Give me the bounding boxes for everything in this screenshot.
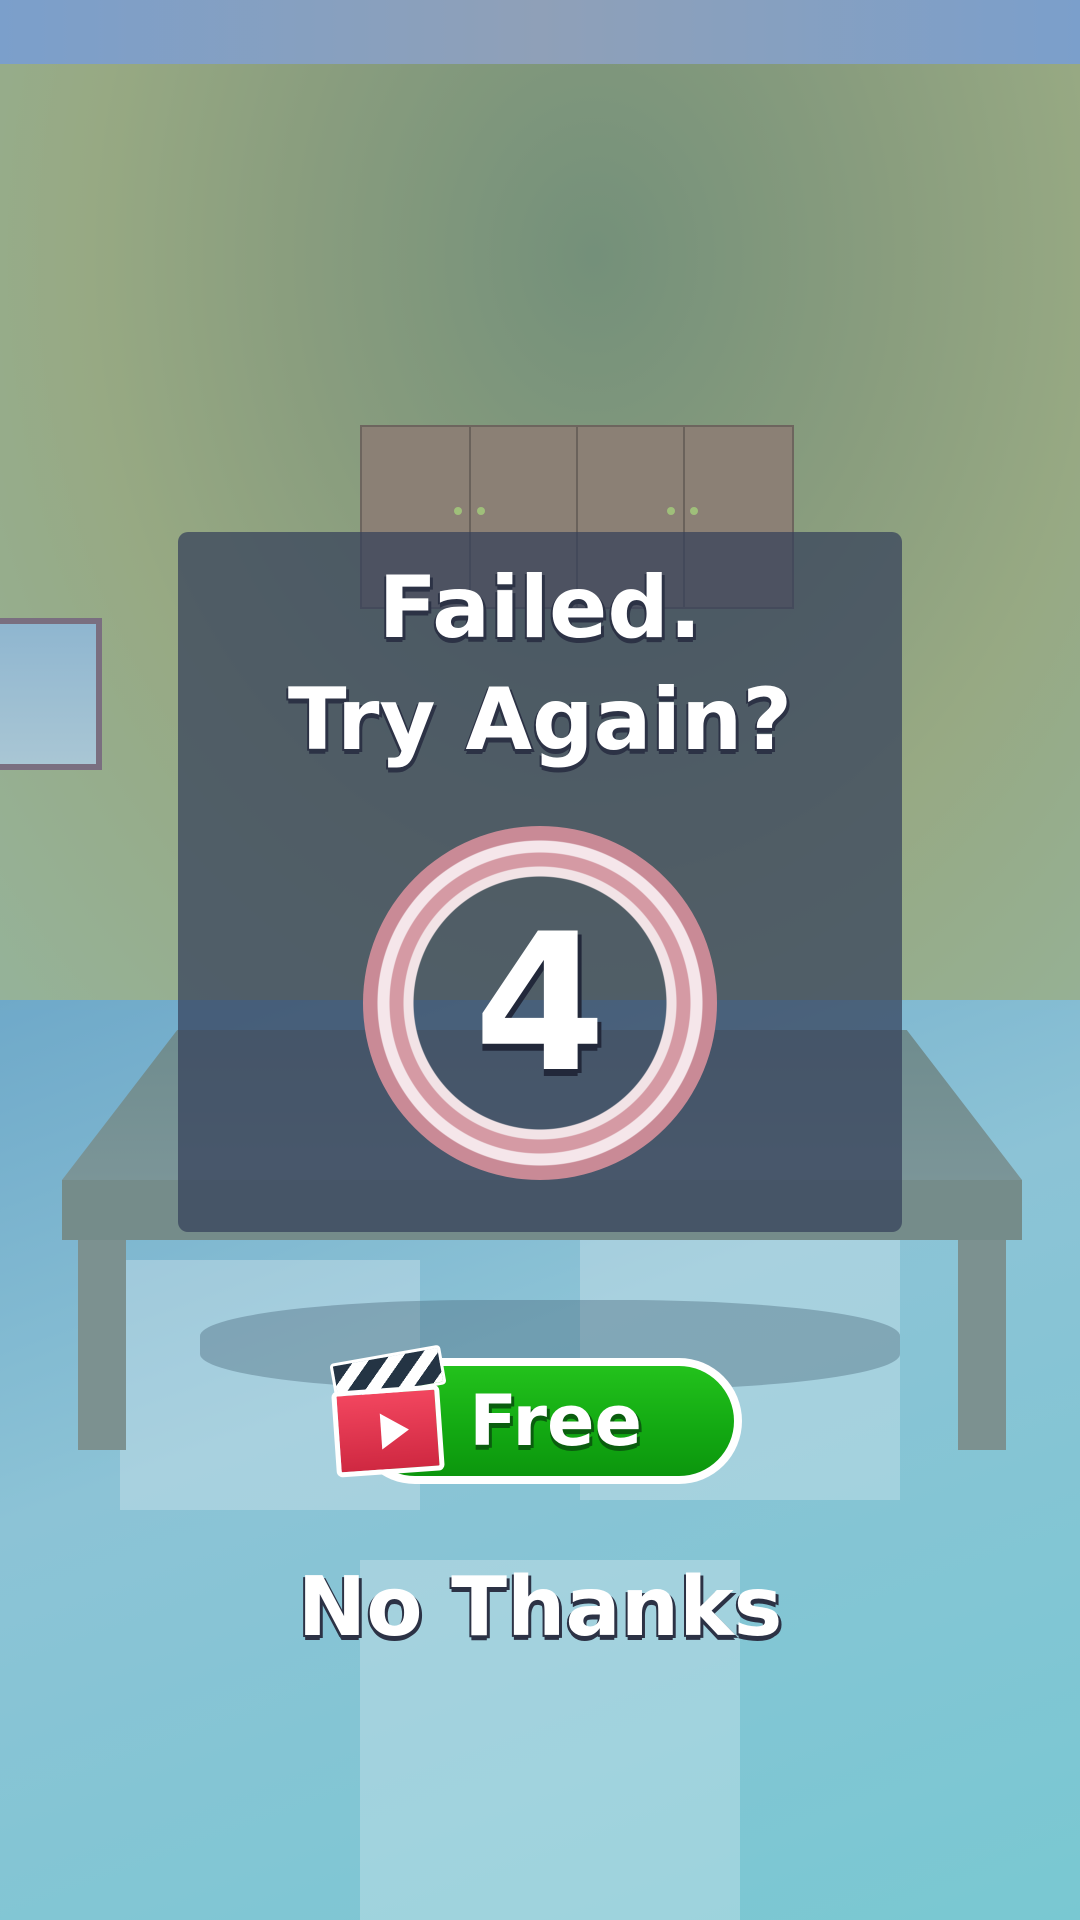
video-clapper-play-icon[interactable] <box>328 1344 454 1480</box>
title-line-failed: Failed. <box>378 558 702 658</box>
countdown-number: 4 <box>473 892 607 1114</box>
table-leg-left <box>78 1240 126 1450</box>
free-button-label: Free <box>469 1380 642 1462</box>
table-leg-right <box>958 1240 1006 1450</box>
play-icon <box>379 1411 411 1450</box>
clapper-body <box>331 1384 445 1478</box>
title-line-try-again: Try Again? <box>287 670 793 770</box>
top-edge <box>0 0 1080 64</box>
no-thanks-button[interactable]: No Thanks <box>0 1560 1080 1655</box>
dialog-title: Failed. Try Again? <box>0 552 1080 776</box>
